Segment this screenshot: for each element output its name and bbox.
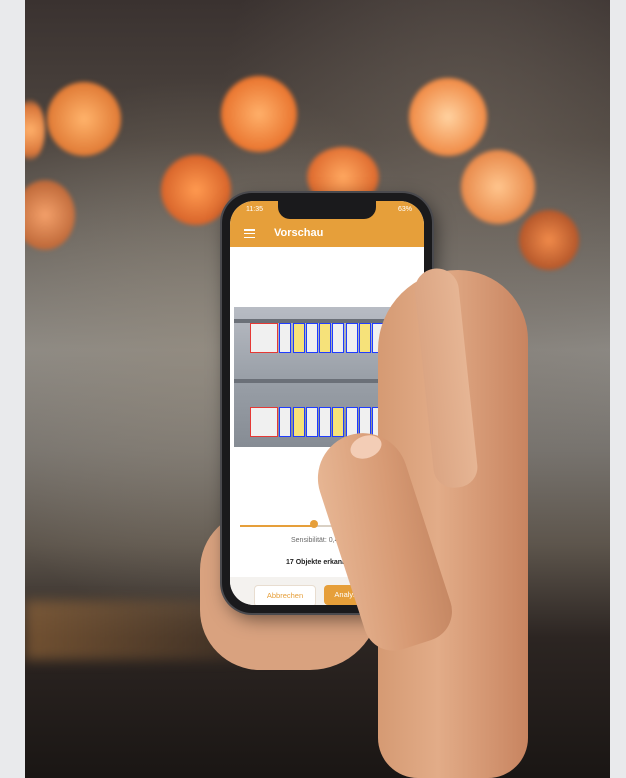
detection-box: [359, 323, 372, 353]
detection-box: [292, 407, 305, 437]
detection-box: [319, 407, 332, 437]
status-time: 11:35: [246, 206, 263, 213]
bokeh-light: [221, 76, 297, 152]
detection-box: [305, 407, 318, 437]
slider-thumb[interactable]: [310, 520, 318, 528]
bokeh-light: [409, 78, 487, 156]
app-title: Vorschau: [274, 227, 324, 239]
cancel-button[interactable]: Abbrechen: [254, 585, 316, 605]
battery-status: 63%: [397, 206, 412, 213]
detection-box: [332, 407, 345, 437]
detection-box: [250, 323, 278, 353]
breaker-row-bottom: [250, 407, 399, 437]
detection-box: [279, 407, 292, 437]
detection-box: [345, 323, 358, 353]
bokeh-light: [519, 210, 579, 270]
breaker-row-top: [250, 323, 399, 353]
hamburger-icon[interactable]: [244, 229, 255, 239]
bokeh-light: [25, 180, 75, 250]
detection-box: [250, 407, 278, 437]
detection-box: [332, 323, 345, 353]
detected-count: 17 Objekte erkannt: [286, 559, 349, 566]
bokeh-light: [461, 150, 535, 224]
bokeh-light: [25, 100, 45, 160]
detection-box: [292, 323, 305, 353]
bokeh-light: [47, 82, 121, 156]
phone-notch: [278, 201, 376, 219]
slider-fill: [240, 525, 314, 527]
app-bar: Vorschau: [230, 221, 424, 247]
bokeh-light: [161, 155, 231, 225]
detection-box: [305, 323, 318, 353]
detection-box: [319, 323, 332, 353]
detection-box: [279, 323, 292, 353]
